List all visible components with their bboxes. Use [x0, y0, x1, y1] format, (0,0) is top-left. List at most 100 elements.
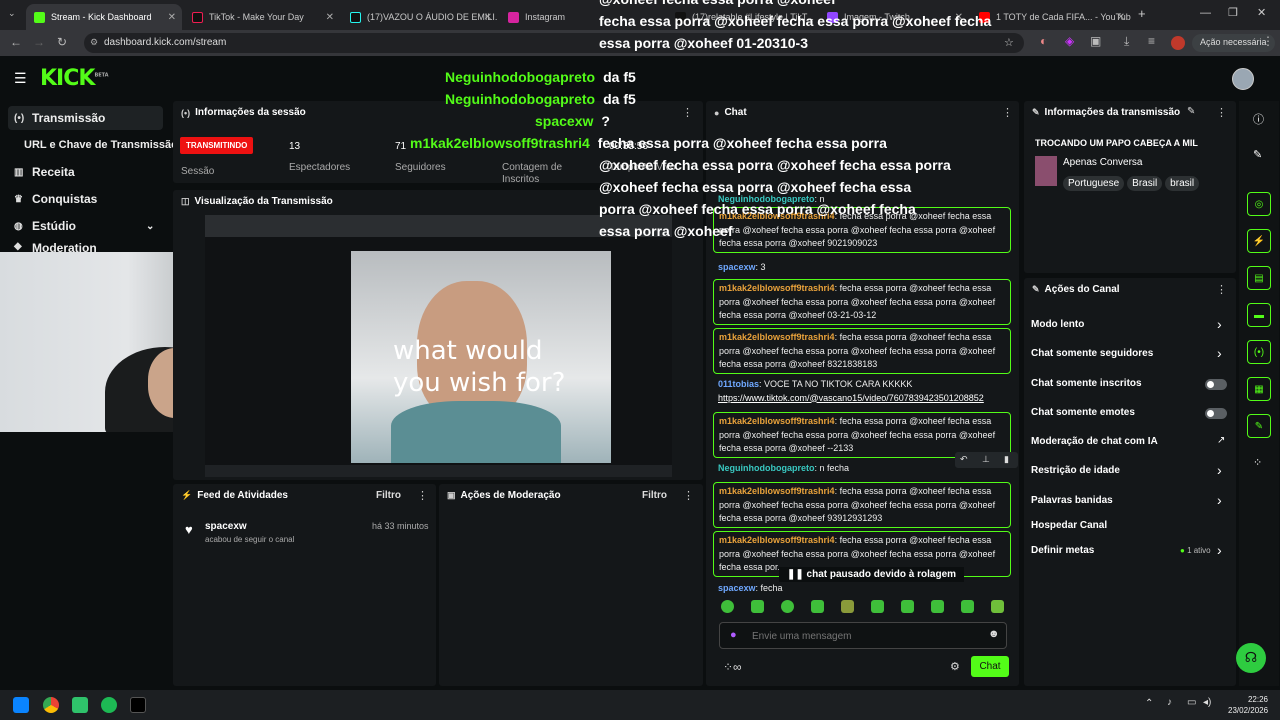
- spotify-icon[interactable]: [101, 697, 117, 713]
- toggle-switch[interactable]: [1205, 408, 1227, 419]
- more-options-icon[interactable]: ⋮: [1002, 106, 1013, 119]
- site-info-icon[interactable]: ⚙: [90, 37, 98, 48]
- sidebar-item-transmissao[interactable]: (•) Transmissão: [8, 106, 163, 130]
- download-icon[interactable]: ⤓: [1124, 34, 1129, 49]
- external-link-icon[interactable]: ↗: [1217, 435, 1225, 446]
- chat-username[interactable]: Neguinhodobogapreto: [718, 463, 815, 473]
- tab-tiktok-2[interactable]: (17)VAZOU O ÁUDIO DE EMILI... ✕: [342, 4, 498, 30]
- chat-username[interactable]: m1kak2elblowsoff9trashri4: [719, 332, 835, 342]
- channel-action-3[interactable]: Chat somente emotes: [1031, 407, 1135, 418]
- emote-icon[interactable]: [931, 600, 944, 613]
- chevron-right-icon[interactable]: ›: [1217, 316, 1222, 332]
- close-tab-icon[interactable]: ✕: [168, 12, 176, 23]
- chat-message[interactable]: m1kak2elblowsoff9trashri4: fecha essa po…: [713, 482, 1011, 528]
- clock[interactable]: 22:26 23/02/2026: [1228, 694, 1268, 716]
- channel-action-8[interactable]: Definir metas: [1031, 545, 1094, 556]
- chat-username[interactable]: 011tobias: [718, 379, 759, 389]
- rail-button-chat-icon[interactable]: ▬: [1247, 303, 1271, 327]
- chevron-right-icon[interactable]: ›: [1217, 462, 1222, 478]
- tab-search-icon[interactable]: ⌄: [8, 8, 16, 19]
- sidebar-item-receita[interactable]: ▥ Receita: [8, 160, 163, 184]
- browser-menu-icon[interactable]: ⋮: [1262, 34, 1274, 48]
- volume-icon[interactable]: ◂): [1203, 697, 1211, 708]
- chat-username[interactable]: m1kak2elblowsoff9trashri4: [719, 283, 835, 293]
- user-avatar[interactable]: [1232, 68, 1254, 90]
- more-options-icon[interactable]: ⋮: [1216, 283, 1227, 296]
- pen-icon[interactable]: ✎: [1253, 148, 1262, 161]
- tab-tiktok[interactable]: TikTok - Make Your Day ✕: [184, 4, 340, 30]
- more-options-icon[interactable]: ⋮: [1216, 106, 1227, 119]
- settings-gear-icon[interactable]: ⚙: [950, 660, 960, 673]
- close-tab-icon[interactable]: ✕: [1117, 12, 1125, 23]
- back-icon[interactable]: ←: [10, 35, 22, 49]
- hamburger-menu-icon[interactable]: ☰: [14, 70, 27, 87]
- more-options-icon[interactable]: ⋮: [417, 489, 428, 502]
- new-tab-icon[interactable]: +: [1138, 6, 1146, 21]
- extensions-puzzle-icon[interactable]: ▣: [1090, 34, 1101, 48]
- more-options-icon[interactable]: ⋮: [682, 106, 693, 119]
- support-headset-icon[interactable]: ☊: [1236, 643, 1266, 673]
- emote-icon[interactable]: [841, 600, 854, 613]
- bookmark-star-icon[interactable]: ☆: [1004, 36, 1014, 49]
- reload-icon[interactable]: ↻: [57, 35, 67, 49]
- close-window-icon[interactable]: ✕: [1257, 6, 1266, 19]
- stream-video[interactable]: what would you wish for?: [205, 215, 672, 477]
- reply-icon[interactable]: ↶: [960, 454, 968, 465]
- maximize-icon[interactable]: ❐: [1228, 6, 1238, 19]
- chat-message-field[interactable]: [752, 628, 972, 644]
- chrome-icon[interactable]: [43, 697, 59, 713]
- sidebar-item-conquistas[interactable]: ♛ Conquistas: [8, 187, 163, 211]
- microphone-icon[interactable]: ●: [730, 629, 737, 641]
- emote-icon[interactable]: [781, 600, 794, 613]
- emote-icon[interactable]: [811, 600, 824, 613]
- chat-username[interactable]: spacexw: [718, 262, 756, 272]
- chat-message[interactable]: m1kak2elblowsoff9trashri4: fecha essa po…: [713, 279, 1011, 325]
- chat-message[interactable]: spacexw: fecha: [713, 582, 1011, 594]
- delete-icon[interactable]: ▮: [1004, 454, 1009, 465]
- chat-username[interactable]: spacexw: [718, 583, 756, 593]
- channel-action-2[interactable]: Chat somente inscritos: [1031, 378, 1142, 389]
- emote-icon[interactable]: [871, 600, 884, 613]
- feed-filter-button[interactable]: Filtro: [376, 490, 401, 501]
- chat-message[interactable]: 011tobias: VOCE TA NO TIKTOK CARA KKKKK h…: [713, 378, 1011, 408]
- chevron-right-icon[interactable]: ›: [1217, 345, 1222, 361]
- emote-icon[interactable]: [751, 600, 764, 613]
- app-icon[interactable]: [72, 697, 88, 713]
- media-icon[interactable]: ≡: [1148, 34, 1155, 48]
- profile-avatar-icon[interactable]: [1171, 36, 1185, 50]
- rail-button-scene-icon[interactable]: ◎: [1247, 192, 1271, 216]
- emote-icon[interactable]: [961, 600, 974, 613]
- edit-icon[interactable]: ✎: [1187, 106, 1195, 117]
- chevron-right-icon[interactable]: ›: [1217, 492, 1222, 508]
- rail-button-broadcast-icon[interactable]: (•): [1247, 340, 1271, 364]
- toggle-switch[interactable]: [1205, 379, 1227, 390]
- apps-icon[interactable]: ⁘: [1253, 456, 1262, 469]
- sidebar-item-estudio[interactable]: ◍ Estúdio ⌄: [8, 214, 163, 238]
- chat-username[interactable]: m1kak2elblowsoff9trashri4: [719, 535, 835, 545]
- pin-icon[interactable]: ⊥: [982, 454, 990, 465]
- mod-filter-button[interactable]: Filtro: [642, 490, 667, 501]
- microphone-icon[interactable]: ♪: [1167, 697, 1172, 708]
- channel-action-4[interactable]: Moderação de chat com IA: [1031, 436, 1158, 447]
- info-icon[interactable]: ⓘ: [1253, 111, 1264, 127]
- chat-input[interactable]: ● ☻: [719, 622, 1007, 649]
- channel-action-7[interactable]: Hospedar Canal: [1031, 520, 1107, 531]
- rail-button-layout-icon[interactable]: ▦: [1247, 377, 1271, 401]
- address-bar[interactable]: ⚙ dashboard.kick.com/stream ☆: [84, 33, 1024, 53]
- category-name[interactable]: Apenas Conversa: [1063, 157, 1143, 168]
- channel-action-5[interactable]: Restrição de idade: [1031, 465, 1120, 476]
- close-tab-icon[interactable]: ✕: [326, 12, 334, 23]
- windows-start-icon[interactable]: [13, 697, 29, 713]
- chat-username[interactable]: m1kak2elblowsoff9trashri4: [719, 486, 835, 496]
- chat-paused-banner[interactable]: ❚❚ chat pausado devido à rolagem: [779, 567, 965, 582]
- chevron-up-icon[interactable]: ⌃: [1145, 698, 1153, 709]
- more-options-icon[interactable]: ⋮: [683, 489, 694, 502]
- send-chat-button[interactable]: Chat: [971, 656, 1009, 677]
- chat-message[interactable]: m1kak2elblowsoff9trashri4: fecha essa po…: [713, 328, 1011, 374]
- apps-icon[interactable]: ⁘∞: [723, 660, 742, 674]
- emote-icon[interactable]: [901, 600, 914, 613]
- emote-icon[interactable]: [721, 600, 734, 613]
- channel-action-0[interactable]: Modo lento: [1031, 319, 1084, 330]
- tab-kick-dashboard[interactable]: Stream - Kick Dashboard ✕: [26, 4, 182, 30]
- tab-youtube[interactable]: 1 TOTY de Cada FIFA... - YouTube ✕: [971, 4, 1131, 30]
